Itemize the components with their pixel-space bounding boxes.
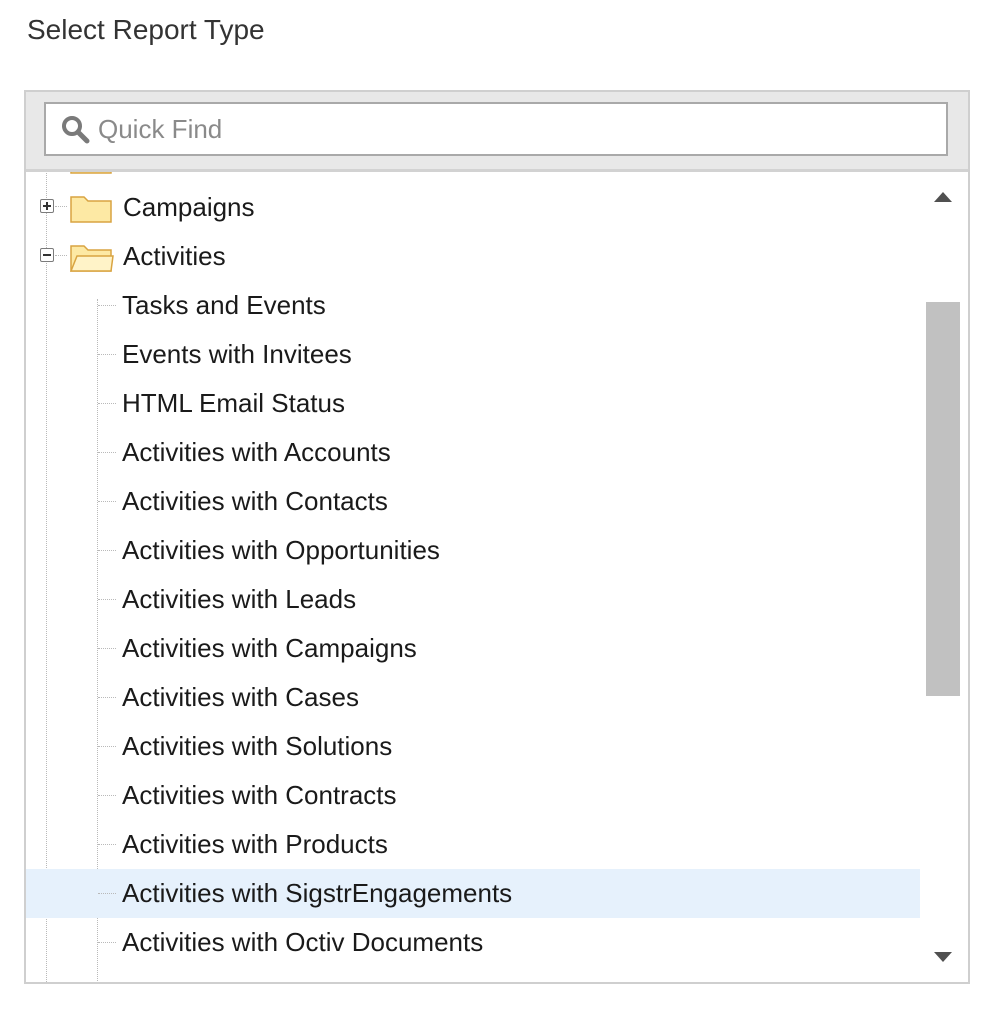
tree-connector — [98, 599, 116, 600]
collapse-icon[interactable] — [40, 248, 54, 262]
quick-find-box[interactable] — [44, 102, 948, 156]
expand-icon[interactable] — [40, 199, 54, 213]
quick-find-bar — [26, 92, 968, 172]
quick-find-input[interactable] — [98, 109, 918, 149]
tree-connector — [98, 697, 116, 698]
tree-item-label: HTML Email Status — [122, 388, 345, 418]
tree-item[interactable]: Activities with Contacts — [26, 477, 920, 526]
tree-item-label: Activities with Leads — [122, 584, 357, 614]
tree-item[interactable]: Activities with Products — [26, 820, 920, 869]
tree-item-label: Activities with Contracts — [122, 780, 397, 810]
scroll-up-arrow-icon[interactable] — [934, 192, 952, 202]
tree-item-label: Activities with Products — [122, 829, 388, 859]
tree-item[interactable]: Activities with Campaigns — [26, 624, 920, 673]
tree-item[interactable]: Events with Invitees — [26, 330, 920, 379]
tree-connector — [98, 305, 116, 306]
scroll-down-arrow-icon[interactable] — [934, 952, 952, 962]
tree-item-label: Activities with SigstrEngagements — [122, 878, 513, 908]
search-icon — [62, 116, 90, 144]
folder-open-icon — [70, 245, 114, 272]
tree-connector — [55, 255, 67, 256]
tree-connector — [98, 844, 116, 845]
tree-item[interactable]: Activities with Accounts — [26, 428, 920, 477]
tree-connector — [98, 648, 116, 649]
report-type-panel: Leads Campaigns Activities Tasks and Events… — [24, 90, 970, 984]
tree-folder-label: Leads — [123, 172, 194, 174]
tree-item-label: Activities with Cases — [122, 682, 359, 712]
tree-item[interactable]: Activities with Cases — [26, 673, 920, 722]
tree-connector — [98, 893, 116, 894]
tree-item-label: Tasks and Events — [122, 290, 326, 320]
tree-connector — [98, 403, 116, 404]
tree-connector — [55, 206, 67, 207]
tree-item[interactable]: Activities with Solutions — [26, 722, 920, 771]
page-title: Select Report Type — [27, 14, 265, 45]
tree-folder-campaigns[interactable]: Campaigns — [26, 183, 920, 232]
tree-folder-leads[interactable]: Leads — [26, 172, 920, 183]
tree-folder-activities[interactable]: Activities — [26, 232, 920, 281]
tree-item-label: Activities with Opportunities — [122, 535, 440, 565]
tree-item-label: Events with Invitees — [122, 339, 352, 369]
folder-icon — [70, 172, 112, 174]
tree-connector — [98, 942, 116, 943]
tree-item-label: Activities with Campaigns — [122, 633, 417, 663]
tree-connector — [98, 354, 116, 355]
tree-connector — [98, 452, 116, 453]
tree-item[interactable]: Activities with Contracts — [26, 771, 920, 820]
tree-connector — [98, 550, 116, 551]
tree-item[interactable]: Activities with Leads — [26, 575, 920, 624]
tree-item-label: Activities with Solutions — [122, 731, 393, 761]
tree-item[interactable]: Activities with SigstrEngagements — [26, 869, 920, 918]
scroll-thumb[interactable] — [926, 302, 960, 696]
tree-folder-label: Activities — [123, 241, 226, 271]
tree-connector — [98, 795, 116, 796]
tree-item-label: Activities with Contacts — [122, 486, 388, 516]
tree-connector — [98, 501, 116, 502]
tree-scrollbar[interactable] — [920, 172, 968, 982]
report-type-tree: Leads Campaigns Activities Tasks and Events… — [26, 172, 920, 982]
tree-item[interactable]: Activities with Octiv Documents — [26, 918, 920, 967]
tree-item[interactable]: HTML Email Status — [26, 379, 920, 428]
tree-item-label: Activities with Octiv Documents — [122, 927, 484, 957]
tree-item[interactable]: Tasks and Events — [26, 281, 920, 330]
tree-connector — [98, 746, 116, 747]
tree-item[interactable]: Activities with Opportunities — [26, 526, 920, 575]
folder-icon — [70, 196, 112, 223]
tree-item-label: Activities with Accounts — [122, 437, 391, 467]
tree-folder-label: Campaigns — [123, 192, 255, 222]
